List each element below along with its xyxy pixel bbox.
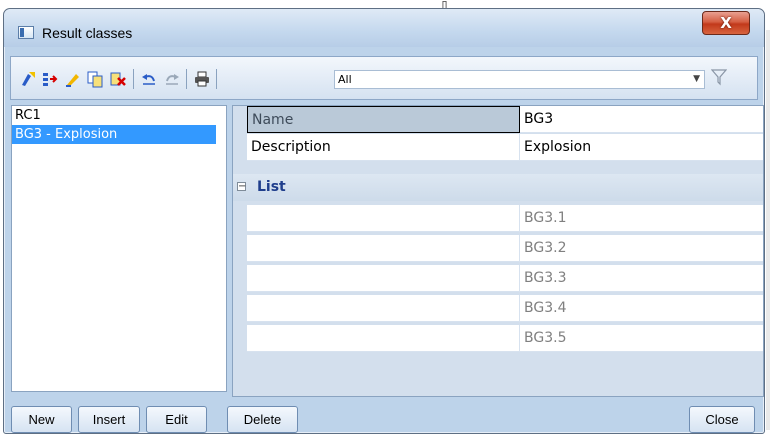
close-window-button[interactable]: X [702,11,750,35]
window-title: Result classes [42,25,133,41]
result-class-list[interactable]: RC1 BG3 - Explosion [11,105,227,392]
list-entry-row: BG3.3 [233,265,763,292]
new-button[interactable]: New [11,406,72,433]
list-entry-row: BG3.1 [233,205,763,232]
property-label[interactable] [247,205,520,232]
funnel-filter-icon[interactable] [710,68,728,90]
property-value[interactable]: Explosion [520,134,763,161]
toolbar-separator [133,69,134,89]
property-value[interactable]: BG3.4 [520,295,763,322]
property-value[interactable]: BG3.2 [520,235,763,262]
list-item[interactable]: RC1 [12,106,226,125]
property-label[interactable]: Description [247,134,520,161]
close-button[interactable]: Close [689,406,755,433]
group-label: List [257,179,286,195]
delete-button[interactable]: Delete [227,406,298,433]
filter-select-value: All [338,73,352,86]
delete-icon[interactable] [109,70,127,88]
result-classes-window: Result classes X All ▼ RC1 BG3 - Explosi… [3,8,765,434]
list-item-selected[interactable]: BG3 - Explosion [12,125,216,144]
property-label[interactable] [247,325,520,352]
property-grid: Name BG3 Description Explosion − List BG… [232,105,764,397]
property-label[interactable]: Name [247,106,520,133]
insert-button[interactable]: Insert [78,406,140,433]
chevron-down-icon[interactable]: ▼ [693,71,700,88]
edit-button[interactable]: Edit [146,406,207,433]
property-label[interactable] [247,265,520,292]
property-value[interactable]: BG3.3 [520,265,763,292]
property-label[interactable] [247,235,520,262]
list-entry-row: BG3.5 [233,325,763,352]
new-item-icon[interactable] [19,70,37,88]
property-value[interactable]: BG3 [520,106,763,133]
redo-icon[interactable] [163,70,181,88]
property-value[interactable]: BG3.1 [520,205,763,232]
copy-document-icon[interactable] [86,70,104,88]
property-row-description: Description Explosion [233,134,763,161]
list-entry-row: BG3.2 [233,235,763,262]
move-item-icon[interactable] [41,70,59,88]
collapse-icon[interactable]: − [237,182,246,192]
title-bar[interactable]: Result classes X [4,9,764,47]
toolbar: All ▼ [10,56,758,100]
background-edge [766,30,770,430]
property-value[interactable]: BG3.5 [520,325,763,352]
property-row-name: Name BG3 [233,106,763,133]
toolbar-separator [186,69,187,89]
toolbar-separator [216,69,217,89]
print-icon[interactable] [193,70,211,88]
undo-icon[interactable] [140,70,158,88]
list-entry-row: BG3.4 [233,295,763,322]
edit-pencil-icon[interactable] [64,70,82,88]
property-label[interactable] [247,295,520,322]
window-app-icon [18,26,34,39]
filter-select[interactable]: All ▼ [334,70,705,89]
property-group-list[interactable]: − List [233,174,763,201]
